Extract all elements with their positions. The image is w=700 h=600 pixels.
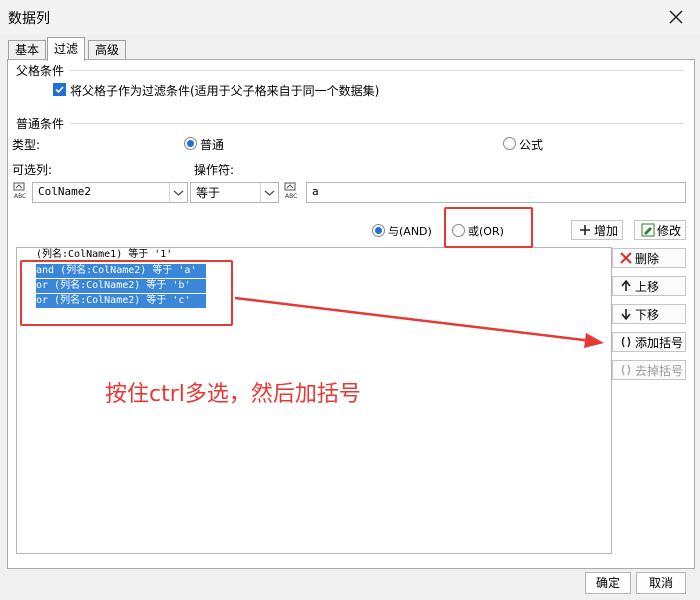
modify-button-label: 修改 xyxy=(657,224,682,238)
move-up-button-label: 上移 xyxy=(635,280,660,294)
operator-label: 操作符: xyxy=(194,163,235,177)
cancel-button-label: 取消 xyxy=(648,576,673,590)
window-title: 数据列 xyxy=(8,11,50,27)
chevron-down-icon xyxy=(264,190,275,196)
edit-icon xyxy=(641,223,655,237)
move-down-button-label: 下移 xyxy=(635,308,660,322)
value-input-text: a xyxy=(312,185,319,198)
type-label: 类型: xyxy=(12,138,41,152)
ok-button-label: 确定 xyxy=(595,576,620,590)
column-select[interactable]: ColName2 xyxy=(32,182,188,203)
add-bracket-button-label: 添加括号 xyxy=(635,336,684,350)
divider xyxy=(70,123,684,124)
value-input[interactable]: a xyxy=(306,182,686,203)
add-button[interactable]: 增加 xyxy=(571,220,623,240)
type-formula-label: 公式 xyxy=(519,138,544,152)
tab-filter-label: 过滤 xyxy=(54,42,79,56)
annotation-box-or xyxy=(444,207,533,248)
type-radio-formula[interactable] xyxy=(503,137,516,150)
add-button-label: 增加 xyxy=(594,224,619,238)
plus-icon xyxy=(580,225,590,235)
tab-basic[interactable]: 基本 xyxy=(8,40,47,60)
operator-select-value: 等于 xyxy=(196,186,221,200)
delete-button-label: 删除 xyxy=(635,252,660,266)
logic-and-radio[interactable] xyxy=(372,224,385,237)
parent-condition-label: 将父格子作为过滤条件(适用于父子格来自于同一个数据集) xyxy=(70,84,380,98)
chevron-down-icon xyxy=(173,190,184,196)
tab-filter[interactable]: 过滤 xyxy=(47,37,86,61)
divider xyxy=(70,70,684,71)
move-up-button[interactable]: 上移 xyxy=(612,276,686,296)
operator-select-toggle[interactable] xyxy=(260,183,278,202)
parent-condition-title: 父格条件 xyxy=(16,64,65,78)
bracket-icon xyxy=(621,364,631,376)
parent-condition-checkbox[interactable] xyxy=(53,83,66,96)
ok-button[interactable]: 确定 xyxy=(585,572,631,594)
type-normal-label: 普通 xyxy=(200,138,225,152)
column-label: 可选列: xyxy=(12,163,53,177)
add-bracket-button[interactable]: 添加括号 xyxy=(612,332,686,352)
annotation-arrow-icon xyxy=(234,296,604,348)
abc-field-icon: ABC xyxy=(284,182,297,200)
arrow-up-icon xyxy=(621,279,631,291)
close-icon[interactable] xyxy=(664,5,688,29)
modify-button[interactable]: 修改 xyxy=(634,220,686,240)
normal-condition-title: 普通条件 xyxy=(16,117,65,131)
column-select-value: ColName2 xyxy=(38,185,91,198)
title-bar: 数据列 xyxy=(0,0,700,34)
tab-advanced-label: 高级 xyxy=(95,43,120,57)
annotation-text: 按住ctrl多选，然后加括号 xyxy=(105,382,361,407)
delete-button[interactable]: 删除 xyxy=(612,248,686,268)
move-down-button[interactable]: 下移 xyxy=(612,304,686,324)
tab-advanced[interactable]: 高级 xyxy=(88,40,127,60)
delete-x-icon xyxy=(620,252,632,264)
logic-and-label: 与(AND) xyxy=(388,225,432,238)
checkbox-check-icon xyxy=(55,86,64,94)
remove-bracket-button-label: 去掉括号 xyxy=(635,364,684,378)
arrow-down-icon xyxy=(621,309,631,321)
remove-bracket-button[interactable]: 去掉括号 xyxy=(612,360,686,380)
svg-text:ABC: ABC xyxy=(285,193,297,200)
operator-select[interactable]: 等于 xyxy=(190,182,279,203)
bracket-icon xyxy=(621,336,631,348)
tab-basic-label: 基本 xyxy=(15,43,40,57)
svg-text:ABC: ABC xyxy=(14,193,26,200)
annotation-box-selection xyxy=(20,260,233,326)
column-select-toggle[interactable] xyxy=(169,183,187,202)
abc-field-icon: ABC xyxy=(13,182,26,200)
type-radio-normal[interactable] xyxy=(184,137,197,150)
cancel-button[interactable]: 取消 xyxy=(636,572,686,594)
